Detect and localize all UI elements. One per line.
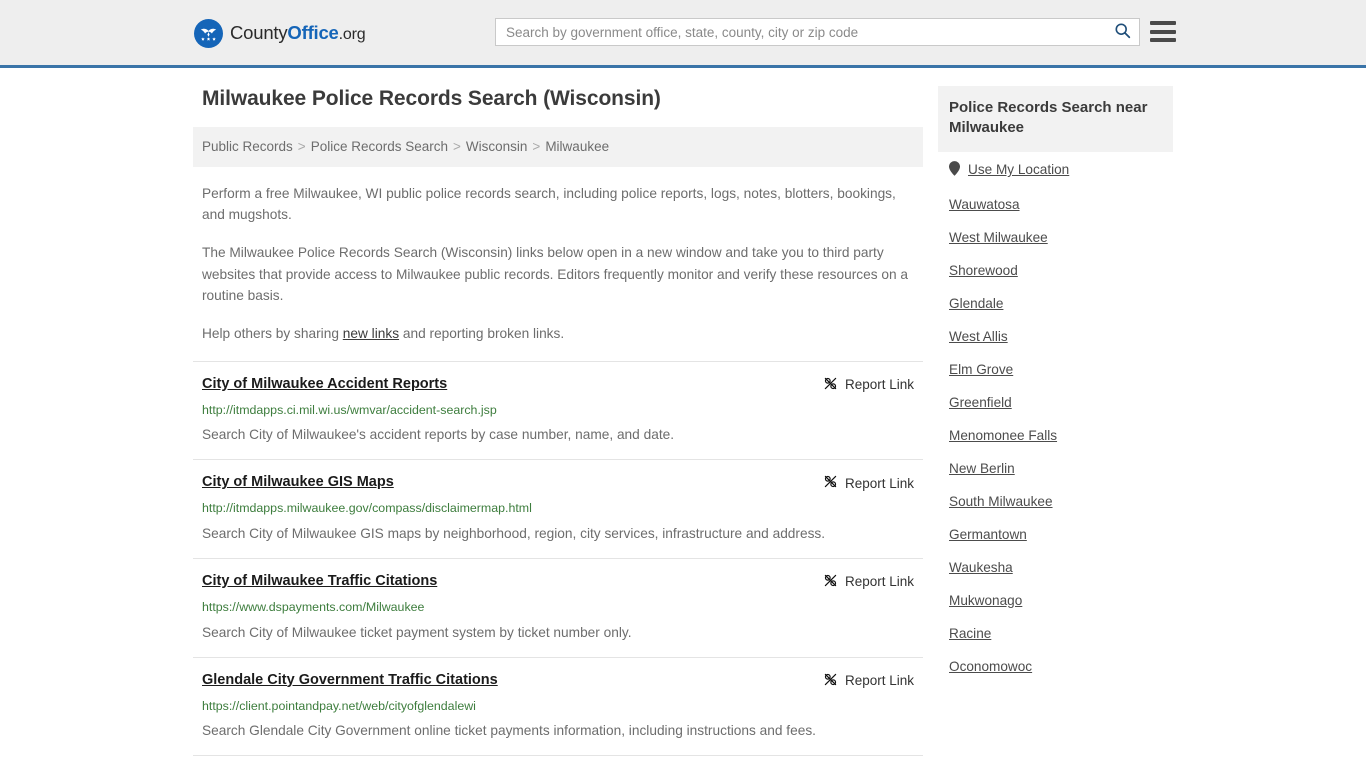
sidebar-city-link[interactable]: Waukesha (949, 560, 1013, 575)
site-header: CountyOffice.org (0, 0, 1366, 68)
result-url[interactable]: https://client.pointandpay.net/web/cityo… (202, 698, 914, 715)
result-item: City of Milwaukee GIS Maps Report Link h… (193, 459, 923, 558)
result-description: Search City of Milwaukee GIS maps by nei… (202, 525, 826, 541)
sidebar-item-city[interactable]: Germantown (938, 518, 1173, 551)
sidebar-city-link[interactable]: Oconomowoc (949, 659, 1032, 674)
results-list: City of Milwaukee Accident Reports Repor… (193, 360, 923, 768)
sidebar: Police Records Search near Milwaukee Use… (938, 86, 1173, 683)
report-link-button[interactable]: Report Link (823, 572, 914, 591)
sidebar-city-link[interactable]: Mukwonago (949, 593, 1022, 608)
sidebar-item-city[interactable]: Oconomowoc (938, 650, 1173, 683)
report-link-button[interactable]: Report Link (823, 473, 914, 492)
breadcrumb: Public Records > Police Records Search > Wis… (193, 127, 923, 167)
result-item: Marquette University Parking Tickets (193, 755, 923, 768)
broken-link-icon (823, 573, 838, 591)
sidebar-item-city[interactable]: New Berlin (938, 452, 1173, 485)
search-bar[interactable] (495, 18, 1140, 46)
breadcrumb-item-milwaukee[interactable]: Milwaukee (545, 139, 609, 154)
sidebar-city-link[interactable]: Germantown (949, 527, 1027, 542)
hamburger-bar (1150, 38, 1176, 42)
breadcrumb-separator: > (297, 139, 306, 155)
result-description: Search City of Milwaukee's accident repo… (202, 427, 675, 443)
result-title-link[interactable]: City of Milwaukee GIS Maps (202, 473, 394, 491)
breadcrumb-item-wisconsin[interactable]: Wisconsin (466, 139, 528, 154)
result-item: Glendale City Government Traffic Citatio… (193, 656, 923, 756)
sidebar-city-link[interactable]: New Berlin (949, 461, 1015, 476)
sidebar-item-city[interactable]: South Milwaukee (938, 485, 1173, 518)
hamburger-bar (1150, 29, 1176, 34)
sidebar-item-city[interactable]: Elm Grove (938, 353, 1173, 386)
report-link-label: Report Link (844, 377, 914, 393)
sidebar-city-link[interactable]: Elm Grove (949, 362, 1013, 377)
sidebar-city-link[interactable]: Shorewood (949, 263, 1018, 278)
logo-text-office: Office (287, 22, 339, 43)
sidebar-city-link[interactable]: Greenfield (949, 395, 1012, 410)
breadcrumb-separator: > (532, 139, 541, 155)
result-title-link[interactable]: Glendale City Government Traffic Citatio… (202, 671, 498, 689)
sidebar-city-link[interactable]: West Allis (949, 329, 1008, 344)
sidebar-item-city[interactable]: Racine (938, 617, 1173, 650)
broken-link-icon (823, 474, 838, 492)
breadcrumb-item-police-records-search[interactable]: Police Records Search (311, 139, 448, 154)
search-input[interactable] (496, 19, 1105, 45)
result-url[interactable]: https://www.dspayments.com/Milwaukee (202, 599, 914, 616)
breadcrumb-item-public-records[interactable]: Public Records (202, 139, 293, 154)
result-description: Search Glendale City Government online t… (202, 723, 816, 739)
report-link-label: Report Link (844, 574, 914, 590)
result-description: Search City of Milwaukee ticket payment … (202, 624, 632, 640)
broken-link-icon (823, 672, 838, 690)
main-content: Milwaukee Police Records Search (Wiscons… (193, 86, 923, 768)
logo-text-county: County (230, 22, 288, 43)
sidebar-city-link[interactable]: Racine (949, 626, 991, 641)
sidebar-item-city[interactable]: Mukwonago (938, 584, 1173, 617)
sidebar-city-list: Use My Location Wauwatosa West Milwaukee… (938, 152, 1173, 683)
site-logo-text: CountyOffice.org (230, 22, 366, 43)
intro-paragraph-1: Perform a free Milwaukee, WI public poli… (202, 185, 896, 223)
site-logo[interactable]: CountyOffice.org (194, 19, 366, 48)
sidebar-item-city[interactable]: Waukesha (938, 551, 1173, 584)
sidebar-item-use-my-location[interactable]: Use My Location (938, 152, 1173, 188)
page-body: Milwaukee Police Records Search (Wiscons… (0, 68, 1366, 768)
use-my-location-link[interactable]: Use My Location (968, 162, 1069, 177)
sidebar-city-link[interactable]: Wauwatosa (949, 197, 1020, 212)
hamburger-menu-icon[interactable] (1150, 21, 1176, 42)
sidebar-item-city[interactable]: West Milwaukee (938, 221, 1173, 254)
result-url[interactable]: http://itmdapps.ci.mil.wi.us/wmvar/accid… (202, 402, 914, 419)
report-link-label: Report Link (844, 475, 914, 491)
new-links-link[interactable]: new links (343, 326, 399, 341)
result-title-link[interactable]: City of Milwaukee Accident Reports (202, 375, 447, 393)
sidebar-heading: Police Records Search near Milwaukee (938, 86, 1173, 152)
hamburger-bar (1150, 21, 1176, 25)
intro-text-after: and reporting broken links. (399, 325, 565, 341)
sidebar-item-city[interactable]: Shorewood (938, 254, 1173, 287)
sidebar-city-link[interactable]: South Milwaukee (949, 494, 1053, 509)
result-url[interactable]: http://itmdapps.milwaukee.gov/compass/di… (202, 500, 914, 517)
result-title-link[interactable]: City of Milwaukee Traffic Citations (202, 572, 437, 590)
report-link-button[interactable]: Report Link (823, 375, 914, 394)
sidebar-item-city[interactable]: Glendale (938, 287, 1173, 320)
sidebar-item-city[interactable]: Greenfield (938, 386, 1173, 419)
page-title: Milwaukee Police Records Search (Wiscons… (202, 87, 661, 110)
search-icon (1114, 22, 1131, 42)
intro-text-before: Help others by sharing (202, 325, 343, 341)
map-pin-icon (949, 160, 960, 179)
logo-text-org: .org (338, 26, 366, 43)
sidebar-item-city[interactable]: Wauwatosa (938, 188, 1173, 221)
sidebar-city-link[interactable]: Menomonee Falls (949, 428, 1057, 443)
search-button[interactable] (1105, 19, 1139, 45)
result-item: City of Milwaukee Traffic Citations Repo… (193, 557, 923, 657)
intro-paragraph-2: The Milwaukee Police Records Search (Wis… (202, 245, 909, 304)
report-link-label: Report Link (844, 673, 914, 689)
intro-paragraph-3: Help others by sharing new links and rep… (202, 323, 914, 345)
eagle-seal-icon (194, 19, 223, 48)
sidebar-city-link[interactable]: West Milwaukee (949, 230, 1048, 245)
breadcrumb-separator: > (453, 139, 461, 155)
report-link-button[interactable]: Report Link (823, 671, 914, 690)
sidebar-item-city[interactable]: Menomonee Falls (938, 419, 1173, 452)
sidebar-item-city[interactable]: West Allis (938, 320, 1173, 353)
broken-link-icon (823, 376, 838, 394)
result-item: City of Milwaukee Accident Reports Repor… (193, 360, 923, 460)
sidebar-city-link[interactable]: Glendale (949, 296, 1003, 311)
